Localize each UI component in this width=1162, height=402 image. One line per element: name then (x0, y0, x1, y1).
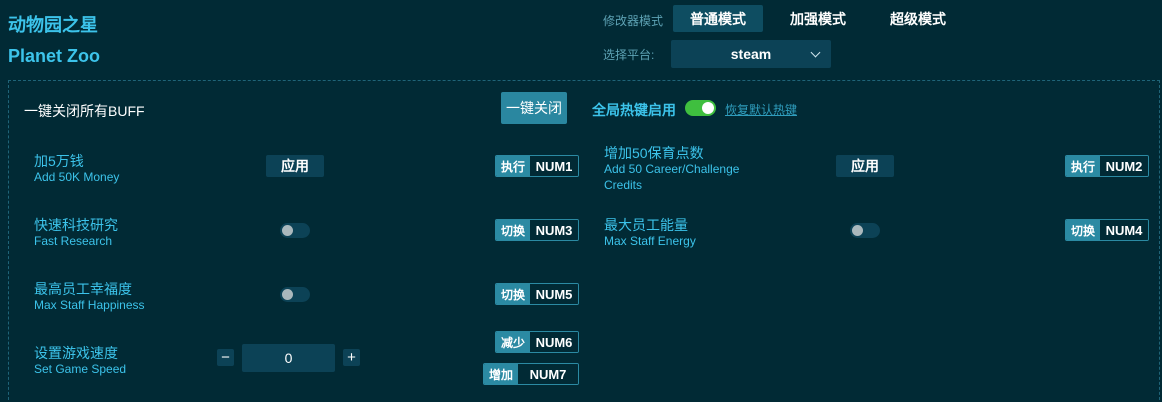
option-add-credits-en: Add 50 Career/Challenge Credits (604, 162, 740, 192)
mode-normal-button[interactable]: 普通模式 (673, 5, 763, 32)
platform-select[interactable]: steam (671, 40, 831, 68)
fast-research-toggle[interactable] (280, 223, 310, 238)
option-max-energy-cn: 最大员工能量 (604, 217, 688, 233)
max-happiness-toggle[interactable] (280, 287, 310, 302)
hotkey-action: 执行 (1066, 156, 1100, 176)
restore-default-hotkeys-link[interactable]: 恢复默认热键 (725, 101, 797, 118)
option-max-energy-en: Max Staff Energy (604, 234, 696, 248)
global-hotkey-toggle[interactable] (685, 100, 716, 116)
add-money-hotkey[interactable]: 执行 NUM1 (495, 155, 579, 177)
all-off-button[interactable]: 一键关闭 (501, 92, 567, 124)
speed-decrease-hotkey[interactable]: 减少 NUM6 (495, 331, 579, 353)
hotkey-action: 切换 (1066, 220, 1100, 240)
fast-research-hotkey[interactable]: 切换 NUM3 (495, 219, 579, 241)
option-game-speed-en: Set Game Speed (34, 362, 127, 376)
add-credits-apply-button[interactable]: 应用 (836, 155, 894, 177)
app-title-en: Planet Zoo (8, 46, 101, 66)
add-credits-hotkey[interactable]: 执行 NUM2 (1065, 155, 1149, 177)
option-add-money-en: Add 50K Money (34, 170, 120, 184)
hotkey-key: NUM1 (530, 156, 578, 176)
platform-value: steam (730, 46, 772, 62)
option-game-speed-cn: 设置游戏速度 (34, 345, 118, 361)
hotkey-key: NUM3 (530, 220, 578, 240)
hotkey-key: NUM5 (530, 284, 578, 304)
max-happiness-hotkey[interactable]: 切换 NUM5 (495, 283, 579, 305)
hotkey-action: 减少 (496, 332, 530, 352)
hotkey-action: 执行 (496, 156, 530, 176)
option-add-money-cn: 加5万钱 (34, 153, 84, 169)
hotkey-key: NUM4 (1100, 220, 1148, 240)
add-money-apply-button[interactable]: 应用 (266, 155, 324, 177)
option-fast-research-en: Fast Research (34, 234, 113, 248)
hotkey-action: 增加 (484, 364, 518, 384)
option-add-credits-cn: 增加50保育点数 (604, 145, 704, 161)
hotkey-key: NUM6 (530, 332, 578, 352)
option-max-happiness-en: Max Staff Happiness (34, 298, 145, 312)
global-hotkey-label: 全局热键启用 (592, 102, 676, 118)
mode-super-button[interactable]: 超级模式 (873, 5, 963, 32)
hotkey-key: NUM2 (1100, 156, 1148, 176)
platform-label: 选择平台: (603, 48, 655, 62)
speed-increase-button[interactable]: + (343, 349, 360, 366)
app-title-cn: 动物园之星 (8, 15, 98, 35)
hotkey-action: 切换 (496, 284, 530, 304)
chevron-down-icon (810, 47, 821, 58)
options-panel (8, 80, 1160, 402)
option-fast-research-cn: 快速科技研究 (34, 217, 118, 233)
option-max-happiness-cn: 最高员工幸福度 (34, 281, 132, 297)
hotkey-key: NUM7 (518, 364, 578, 384)
speed-increase-hotkey[interactable]: 增加 NUM7 (483, 363, 579, 385)
speed-value-field[interactable]: 0 (242, 344, 335, 372)
hotkey-action: 切换 (496, 220, 530, 240)
all-off-label: 一键关闭所有BUFF (24, 103, 145, 119)
mode-label: 修改器模式 (603, 14, 664, 28)
max-energy-hotkey[interactable]: 切换 NUM4 (1065, 219, 1149, 241)
mode-enhanced-button[interactable]: 加强模式 (773, 5, 863, 32)
speed-decrease-button[interactable]: − (217, 349, 234, 366)
max-energy-toggle[interactable] (850, 223, 880, 238)
